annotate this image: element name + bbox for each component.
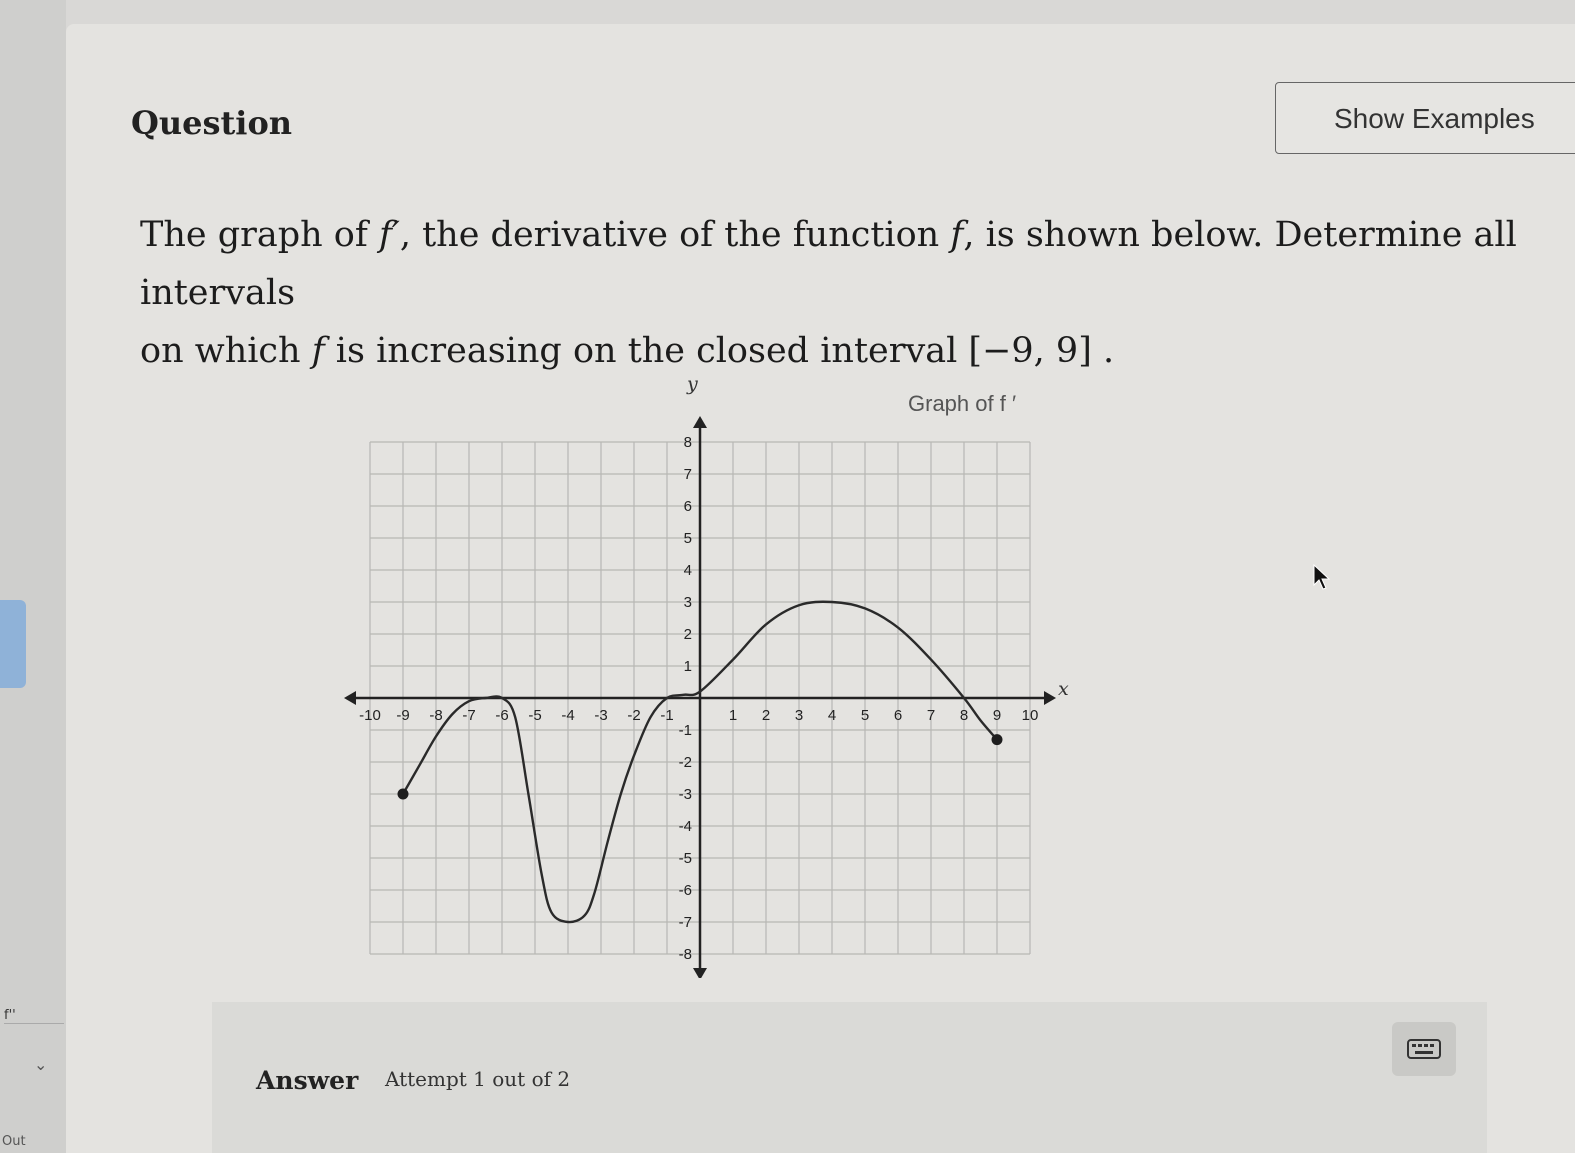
sidebar-tab[interactable] [0,600,26,688]
show-examples-button[interactable]: Show Examples [1275,82,1575,154]
y-tick-label: 1 [684,658,692,675]
y-tick-label: -4 [679,818,692,835]
y-tick-label: 2 [684,626,692,643]
sidebar-item-fpp[interactable]: f'' [4,1008,64,1024]
x-tick-label: -5 [528,707,541,724]
x-tick-label: -2 [627,707,640,724]
math-interval: [−9, 9] [968,331,1092,371]
question-heading: Question [131,104,293,142]
question-text-part: on which [140,331,312,371]
y-tick-label: -5 [679,850,692,867]
chevron-down-icon[interactable]: ⌄ [34,1055,47,1074]
x-tick-label: 1 [729,707,737,724]
math-f: f [311,331,325,371]
endpoint-dot [397,788,409,800]
y-tick-label: -7 [679,914,692,931]
question-text-part: . [1091,331,1115,371]
x-tick-label: -8 [429,707,442,724]
math-f: f [950,215,964,255]
x-tick-label: 9 [993,707,1001,724]
x-tick-label: -4 [561,707,574,724]
x-tick-label: 6 [894,707,902,724]
keyboard-button[interactable] [1392,1022,1456,1076]
answer-label: Answer [256,1066,359,1095]
endpoint-dot [991,734,1003,746]
y-axis-arrow-up [693,416,707,428]
x-tick-label: 8 [960,707,968,724]
x-tick-label: 5 [861,707,869,724]
y-tick-label: 4 [684,562,692,579]
math-fprime: f′ [378,215,400,255]
x-tick-label: -6 [495,707,508,724]
x-tick-label: -3 [594,707,607,724]
x-axis-label: x [1058,678,1069,700]
question-text: The graph of f′, the derivative of the f… [140,206,1570,380]
y-axis-label: y [686,373,698,395]
y-tick-label: 6 [684,498,692,515]
x-tick-label: -10 [359,707,381,724]
mouse-cursor-icon [1313,563,1331,590]
x-tick-label: -7 [462,707,475,724]
y-tick-label: -3 [679,786,692,803]
y-tick-label: -2 [679,754,692,771]
y-tick-label: 3 [684,594,692,611]
sidebar-out-label[interactable]: Out [2,1134,26,1149]
graph-axes [344,416,1056,978]
keyboard-icon [1407,1039,1441,1059]
y-tick-label: -6 [679,882,692,899]
x-tick-label: 3 [795,707,803,724]
x-tick-label: 4 [828,707,836,724]
x-axis-arrow-right [1044,691,1056,705]
x-tick-label: -9 [396,707,409,724]
y-axis-arrow-down [693,968,707,978]
y-tick-label: 7 [684,466,692,483]
question-text-part: , the derivative of the function [399,215,951,255]
y-tick-label: -8 [679,946,692,963]
x-tick-label: -1 [660,707,673,724]
y-tick-label: -1 [679,722,692,739]
x-tick-label: 10 [1022,707,1039,724]
attempt-counter: Attempt 1 out of 2 [385,1067,571,1091]
question-text-part: is increasing on the closed interval [324,331,969,371]
y-tick-label: 8 [684,434,692,451]
x-axis-arrow-left [344,691,356,705]
graph-title: Graph of f ′ [908,391,1016,416]
x-tick-label: 7 [927,707,935,724]
derivative-graph: -10 -9 -8 -7 -6 -5 -4 -3 -2 -1 1 2 3 4 5 6 7 8 9 10 8 7 6 5 4 3 2 1… [344,373,1069,978]
question-text-part: The graph of [140,215,379,255]
left-sidebar [0,0,66,1153]
y-tick-label: 5 [684,530,692,547]
x-tick-label: 2 [762,707,770,724]
